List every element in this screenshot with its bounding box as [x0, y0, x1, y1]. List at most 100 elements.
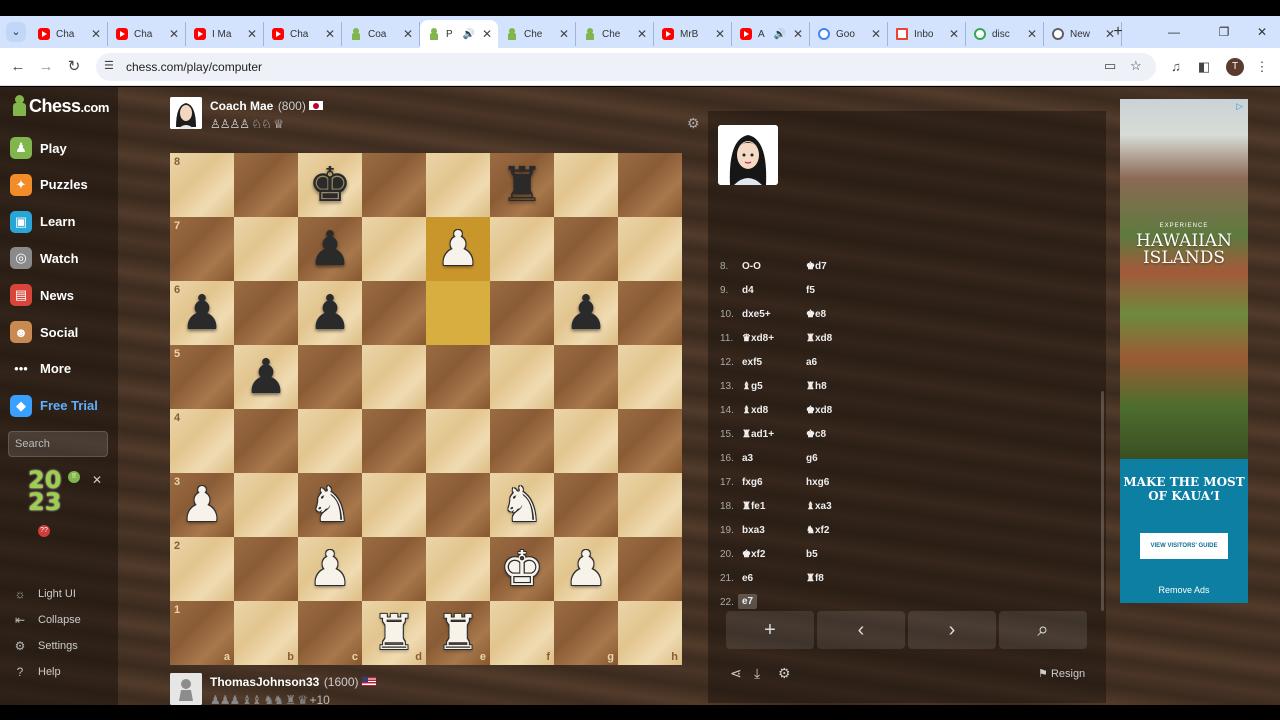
square-h3[interactable] [618, 473, 682, 537]
ad-info-icon[interactable]: ▷ [1236, 101, 1246, 111]
square-g1[interactable]: g [554, 601, 618, 665]
tab-close-icon[interactable]: ✕ [247, 27, 257, 41]
tab-close-icon[interactable]: ✕ [871, 27, 881, 41]
side-panel-icon[interactable]: ◧ [1194, 57, 1214, 77]
share-icon[interactable]: ⋖ [730, 665, 742, 682]
white-move[interactable]: ♛xd8+ [742, 333, 774, 344]
browser-tab[interactable]: I Ma ✕ [186, 22, 264, 46]
square-b6[interactable] [234, 281, 298, 345]
address-bar[interactable]: ☰ chess.com/play/computer ▭ ☆ [96, 53, 1156, 81]
white-move[interactable]: e6 [742, 573, 753, 584]
square-a2[interactable]: 2 [170, 537, 234, 601]
square-d3[interactable] [362, 473, 426, 537]
black-move[interactable]: ♜xd8 [806, 333, 832, 344]
download-icon[interactable]: ⤓ [754, 665, 760, 682]
white-move[interactable]: ♜ad1+ [742, 429, 774, 440]
restore-icon[interactable]: ❐ [1214, 22, 1234, 42]
black-move[interactable]: g6 [806, 453, 818, 464]
opponent-avatar[interactable] [170, 97, 202, 129]
analysis-button[interactable]: ⌕ [999, 611, 1087, 649]
move-list-scrollbar[interactable] [1101, 391, 1104, 611]
remove-ads-link[interactable]: Remove Ads [1120, 585, 1248, 595]
view-visitors-guide-button[interactable]: VIEW VISITORS' GUIDE [1140, 533, 1228, 559]
sidebar-item-play[interactable]: ♟ Play [10, 135, 67, 161]
square-b8[interactable] [234, 153, 298, 217]
square-h5[interactable] [618, 345, 682, 409]
square-c5[interactable] [298, 345, 362, 409]
sidebar-collapse[interactable]: ⇤ Collapse [12, 613, 81, 627]
square-g7[interactable] [554, 217, 618, 281]
white-rook-e1[interactable]: ♜ [426, 601, 490, 665]
sidebar-item-puzzles[interactable]: ✦ Puzzles [10, 172, 88, 198]
black-move[interactable]: ♚d7 [806, 261, 827, 272]
square-d7[interactable] [362, 217, 426, 281]
square-f7[interactable] [490, 217, 554, 281]
black-pawn-g6[interactable]: ♟ [554, 281, 618, 345]
white-pawn-e7[interactable]: ♟ [426, 217, 490, 281]
square-h8[interactable] [618, 153, 682, 217]
media-controls-icon[interactable]: ♫ [1166, 57, 1186, 77]
minimize-icon[interactable]: — [1164, 22, 1184, 42]
tab-close-icon[interactable]: ✕ [637, 27, 647, 41]
browser-tab[interactable]: A 🔊 ✕ [732, 22, 810, 46]
white-rook-d1[interactable]: ♜ [362, 601, 426, 665]
black-rook-f8[interactable]: ♜ [490, 153, 554, 217]
browser-tab[interactable]: Cha ✕ [30, 22, 108, 46]
browser-tab[interactable]: Cha ✕ [264, 22, 342, 46]
white-move[interactable]: O-O [742, 261, 761, 272]
white-move[interactable]: ♝g5 [742, 381, 763, 392]
new-tab-button[interactable]: + [1108, 22, 1128, 42]
square-e3[interactable] [426, 473, 490, 537]
player-avatar[interactable] [170, 673, 202, 705]
black-pawn-c7[interactable]: ♟ [298, 217, 362, 281]
white-move[interactable]: bxa3 [742, 525, 765, 536]
square-c4[interactable] [298, 409, 362, 473]
speaker-icon[interactable]: 🔊 [462, 29, 474, 40]
square-d6[interactable] [362, 281, 426, 345]
square-a7[interactable]: 7 [170, 217, 234, 281]
black-move[interactable]: hxg6 [806, 477, 829, 488]
browser-tab[interactable]: Inbo ✕ [888, 22, 966, 46]
forward-icon[interactable]: → [36, 57, 56, 77]
browser-tab[interactable]: Goo ✕ [810, 22, 888, 46]
square-h4[interactable] [618, 409, 682, 473]
square-g8[interactable] [554, 153, 618, 217]
profile-avatar[interactable]: T [1226, 58, 1244, 76]
square-h1[interactable]: h [618, 601, 682, 665]
sidebar-item-more[interactable]: ••• More [10, 356, 71, 382]
tab-close-icon[interactable]: ✕ [482, 27, 492, 41]
black-move[interactable]: ♚xd8 [806, 405, 832, 416]
sidebar-light-ui[interactable]: ☼ Light UI [12, 587, 76, 601]
sidebar-item-social[interactable]: ☻ Social [10, 319, 78, 345]
cast-icon[interactable]: ▭ [1104, 58, 1116, 74]
white-move[interactable]: ♜fe1 [742, 501, 765, 512]
sidebar-item-learn[interactable]: ▣ Learn [10, 209, 75, 235]
browser-tab[interactable]: MrB ✕ [654, 22, 732, 46]
browser-tab[interactable]: disc ✕ [966, 22, 1044, 46]
square-d5[interactable] [362, 345, 426, 409]
tab-close-icon[interactable]: ✕ [793, 27, 803, 41]
previous-move-button[interactable]: ‹ [817, 611, 905, 649]
tab-close-icon[interactable]: ✕ [403, 27, 413, 41]
browser-tab[interactable]: Coa ✕ [342, 22, 420, 46]
square-d2[interactable] [362, 537, 426, 601]
sidebar-help[interactable]: ? Help [12, 665, 61, 679]
add-button[interactable]: + [726, 611, 814, 649]
square-a1[interactable]: 1a [170, 601, 234, 665]
square-d8[interactable] [362, 153, 426, 217]
browser-tab[interactable]: P 🔊 ✕ [420, 20, 498, 48]
black-move[interactable]: b5 [806, 549, 818, 560]
browser-tab[interactable]: Cha ✕ [108, 22, 186, 46]
square-f4[interactable] [490, 409, 554, 473]
square-e8[interactable] [426, 153, 490, 217]
black-pawn-a6[interactable]: ♟ [170, 281, 234, 345]
next-move-button[interactable]: › [908, 611, 996, 649]
promo-close-icon[interactable]: ✕ [92, 473, 102, 487]
black-pawn-c6[interactable]: ♟ [298, 281, 362, 345]
black-move[interactable]: ♚c8 [806, 429, 826, 440]
site-info-icon[interactable]: ☰ [104, 59, 114, 72]
white-move[interactable]: d4 [742, 285, 754, 296]
square-g3[interactable] [554, 473, 618, 537]
white-move[interactable]: a3 [742, 453, 753, 464]
tab-close-icon[interactable]: ✕ [91, 27, 101, 41]
